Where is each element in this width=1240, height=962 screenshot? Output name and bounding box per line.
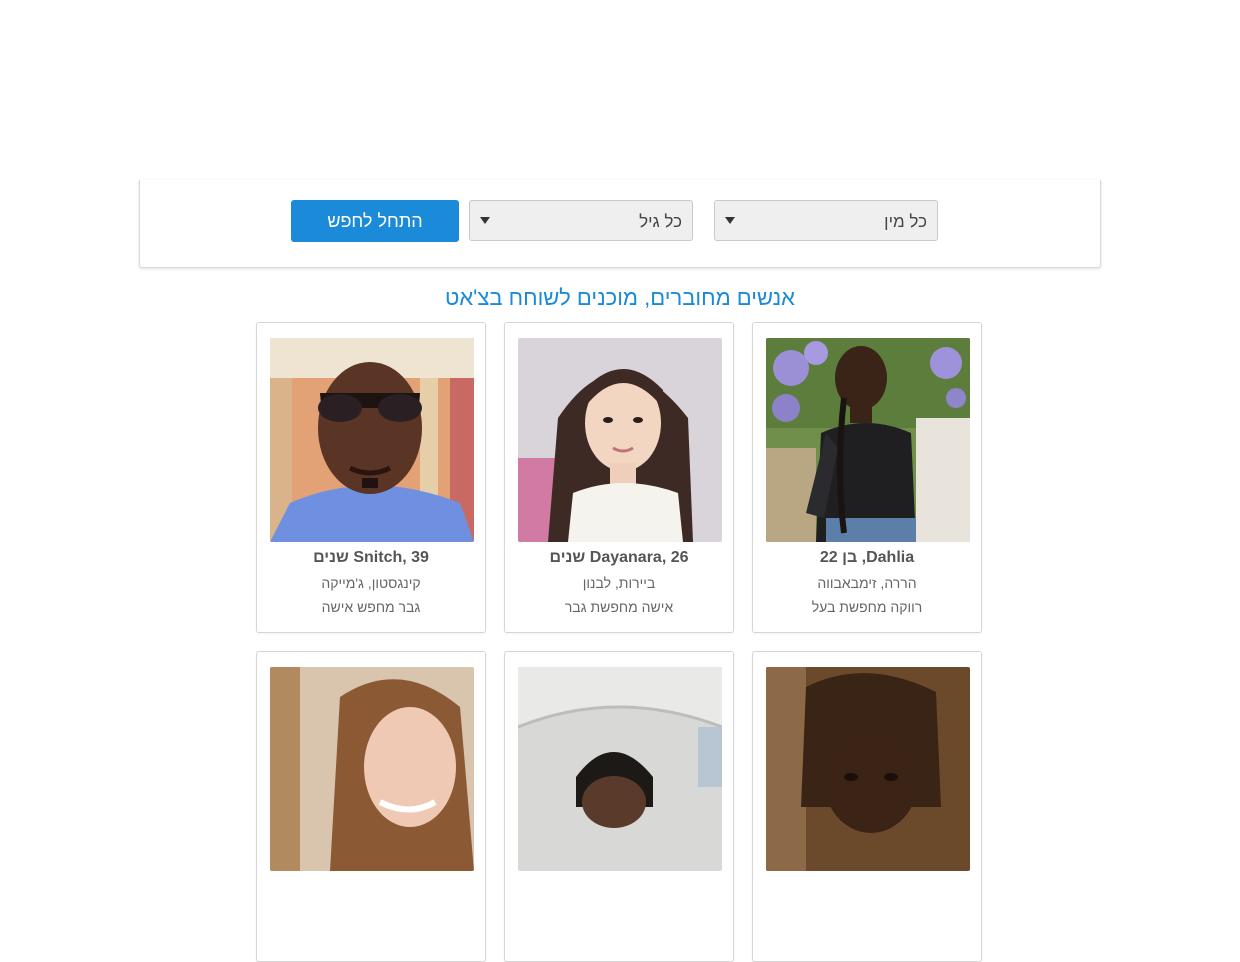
profile-card[interactable]: Dayanara, 26 שנים ביירות, לבנון אישה מחפ… (504, 322, 734, 633)
profile-photo[interactable] (766, 667, 970, 871)
profile-photo[interactable] (518, 667, 722, 871)
profile-photo[interactable] (766, 338, 970, 542)
profile-photo[interactable] (270, 667, 474, 871)
profile-card[interactable] (752, 651, 982, 962)
gender-select[interactable]: כל מין (714, 200, 938, 241)
profile-name: Dahlia, בן 22 (819, 549, 915, 566)
profile-location: קינגסטון, ג'מייקה (321, 575, 421, 591)
section-title: אנשים מחוברים, מוכנים לשוחח בצ'אט (444, 285, 795, 310)
profile-seeking: גבר מחפש אישה (321, 599, 421, 615)
search-panel: כל מין כל גיל התחל לחפש (139, 180, 1101, 268)
age-select[interactable]: כל גיל (469, 200, 693, 241)
profile-card[interactable]: Snitch, 39 שנים קינגסטון, ג'מייקה גבר מח… (256, 322, 486, 633)
profile-name: Snitch, 39 שנים (313, 549, 429, 566)
caret-down-icon (480, 217, 490, 224)
profile-location: הררה, זימבאבווה (817, 575, 917, 591)
gender-select-value: כל מין (884, 212, 927, 231)
start-search-button[interactable]: התחל לחפש (291, 200, 459, 242)
caret-down-icon (725, 217, 735, 224)
profile-name: Dayanara, 26 שנים (549, 549, 689, 566)
profile-seeking: אישה מחפשת גבר (564, 599, 674, 615)
profile-photo[interactable] (518, 338, 722, 542)
profile-location: ביירות, לבנון (582, 575, 656, 591)
profile-photo[interactable] (270, 338, 474, 542)
profile-card[interactable] (256, 651, 486, 962)
profile-card[interactable]: Dahlia, בן 22 הררה, זימבאבווה רווקה מחפש… (752, 322, 982, 633)
age-select-value: כל גיל (639, 212, 682, 231)
profile-seeking: רווקה מחפשת בעל (811, 599, 923, 615)
profile-card[interactable] (504, 651, 734, 962)
